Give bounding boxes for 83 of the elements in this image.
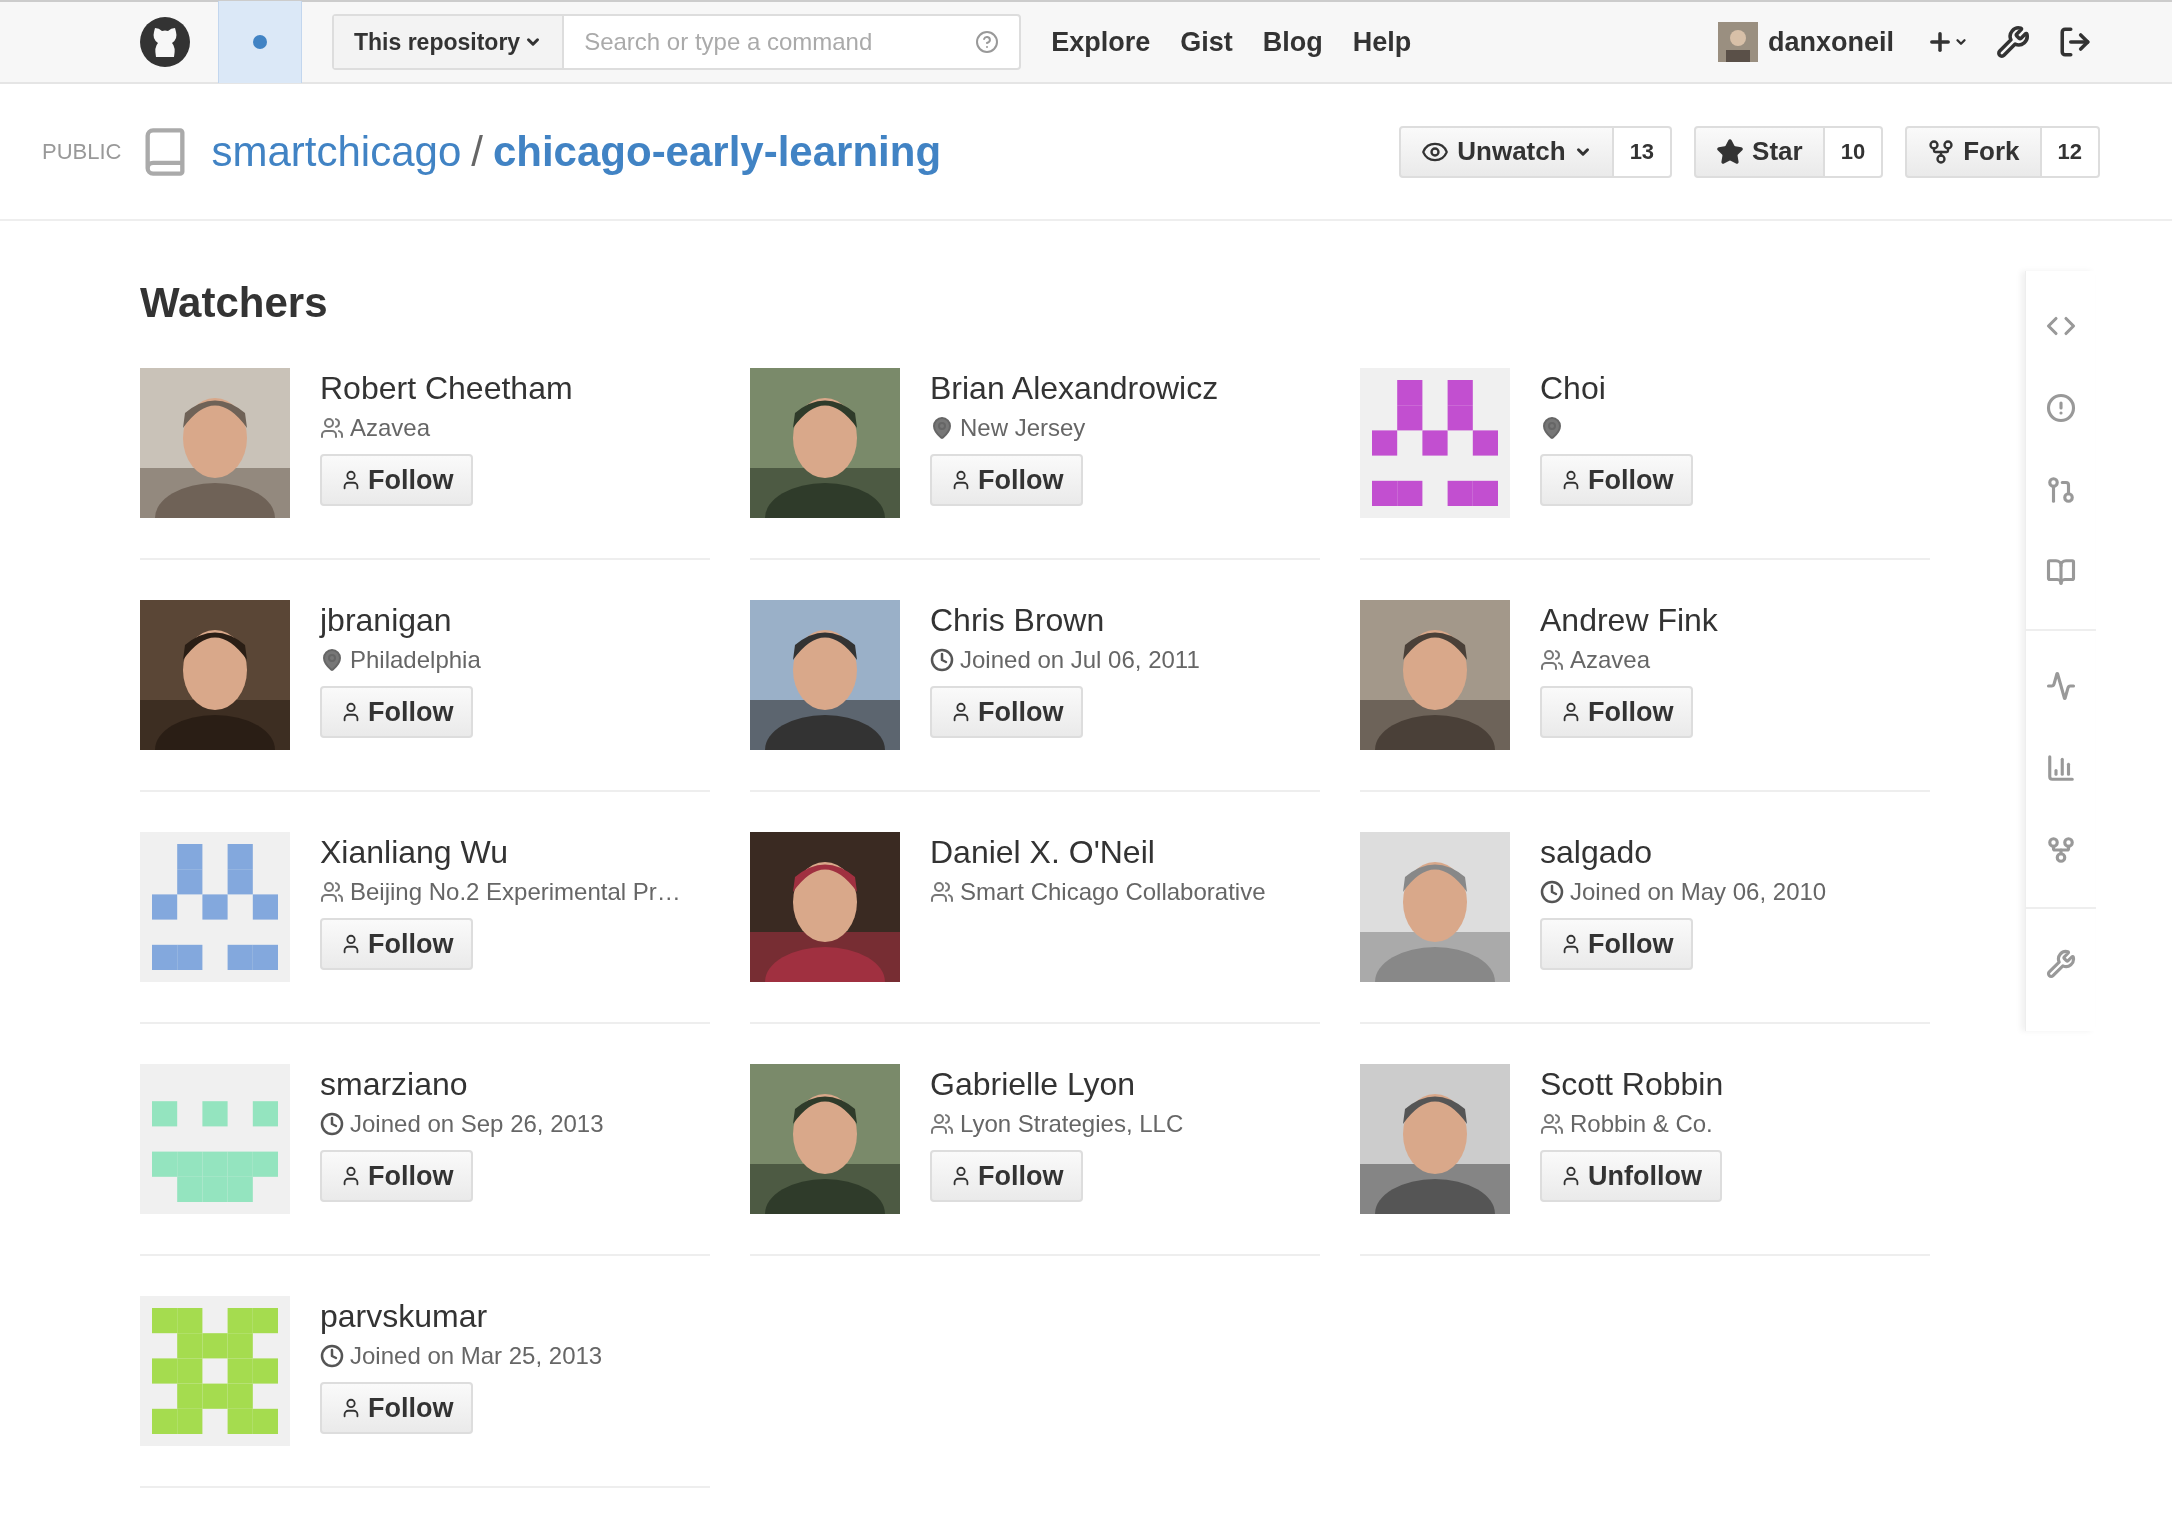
count-link[interactable]: 10 bbox=[1824, 125, 1884, 178]
watcher-name[interactable]: Daniel X. O'Neil bbox=[930, 832, 1266, 872]
issue-icon[interactable] bbox=[2045, 393, 2076, 423]
settings-icon[interactable] bbox=[1996, 25, 2030, 59]
follow-button[interactable]: Follow bbox=[930, 454, 1084, 506]
nav-link[interactable]: Blog bbox=[1262, 21, 1323, 63]
organization-icon bbox=[320, 880, 344, 904]
fork-icon bbox=[1927, 137, 1956, 166]
watcher-detail: Lyon Strategies, LLC bbox=[960, 1109, 1184, 1139]
pulse-icon[interactable] bbox=[2045, 671, 2076, 701]
user-avatar[interactable] bbox=[1717, 22, 1758, 62]
organization-icon bbox=[1540, 648, 1564, 672]
follow-button[interactable]: Follow bbox=[930, 1150, 1084, 1202]
watcher-name[interactable]: parvskumar bbox=[320, 1296, 603, 1336]
follow-button[interactable]: Follow bbox=[320, 454, 474, 506]
sign-out-icon[interactable] bbox=[2058, 25, 2092, 59]
watcher-detail: Joined on Jul 06, 2011 bbox=[960, 645, 1200, 675]
watcher-name[interactable]: Gabrielle Lyon bbox=[930, 1064, 1184, 1104]
star-button[interactable]: Star bbox=[1694, 125, 1825, 178]
watcher-name[interactable]: Chris Brown bbox=[930, 600, 1200, 640]
follow-button[interactable]: Unfollow bbox=[1540, 1150, 1722, 1202]
watch-button[interactable]: Unwatch bbox=[1399, 125, 1614, 178]
watcher-detail: Azavea bbox=[1570, 645, 1651, 675]
count-link[interactable]: 13 bbox=[1613, 125, 1673, 178]
location-pin-icon bbox=[1540, 415, 1564, 441]
clock-icon bbox=[320, 1112, 344, 1136]
watcher-detail: Philadelphia bbox=[350, 645, 481, 675]
organization-icon bbox=[320, 416, 344, 440]
username-link[interactable]: danxoneil bbox=[1767, 21, 1894, 63]
notification-indicator[interactable] bbox=[218, 1, 302, 83]
book-icon[interactable] bbox=[2045, 557, 2076, 587]
watcher-name[interactable]: Choi bbox=[1540, 368, 1694, 408]
bar-chart-icon[interactable] bbox=[2045, 753, 2076, 783]
nav-link[interactable]: Explore bbox=[1051, 21, 1151, 63]
clock-icon bbox=[930, 648, 954, 672]
organization-icon bbox=[930, 1112, 954, 1136]
nav-link[interactable]: Help bbox=[1352, 21, 1412, 63]
search-bar[interactable]: This repository Search or type a command bbox=[332, 14, 1022, 70]
watcher-name[interactable]: Andrew Fink bbox=[1540, 600, 1718, 640]
watcher-detail: Azavea bbox=[350, 413, 431, 443]
watcher-name[interactable]: salgado bbox=[1540, 832, 1827, 872]
organization-icon bbox=[930, 880, 954, 904]
watcher-detail: Joined on May 06, 2010 bbox=[1570, 877, 1827, 907]
repository-link[interactable]: chicago-early-learning bbox=[492, 120, 942, 183]
fork-button[interactable]: Fork bbox=[1905, 125, 2042, 178]
watcher-detail: Smart Chicago Collaborative bbox=[960, 877, 1266, 907]
watcher-detail: Robbin & Co. bbox=[1570, 1109, 1713, 1139]
follow-button[interactable]: Follow bbox=[930, 686, 1084, 738]
path-separator: / bbox=[471, 127, 483, 177]
count-link[interactable]: 12 bbox=[2041, 125, 2100, 178]
page-title: Watchers bbox=[140, 278, 329, 328]
follow-button[interactable]: Follow bbox=[320, 686, 474, 738]
organization-icon bbox=[1540, 1112, 1564, 1136]
watcher-detail: Beijing No.2 Experimental Pr… bbox=[350, 877, 681, 907]
owner-link[interactable]: smartchicago bbox=[211, 120, 462, 183]
visibility-label: PUBLIC bbox=[42, 138, 122, 166]
follow-button[interactable]: Follow bbox=[320, 918, 474, 970]
follow-button[interactable]: Follow bbox=[1540, 454, 1694, 506]
watcher-detail: Joined on Sep 26, 2013 bbox=[350, 1109, 604, 1139]
follow-button[interactable]: Follow bbox=[1540, 686, 1694, 738]
search-field[interactable]: Search or type a command bbox=[584, 24, 976, 60]
follow-button[interactable]: Follow bbox=[320, 1382, 474, 1434]
star-icon bbox=[1716, 137, 1745, 166]
follow-button[interactable]: Follow bbox=[1540, 918, 1694, 970]
help-icon bbox=[975, 30, 1000, 54]
location-pin-icon bbox=[320, 647, 344, 673]
clock-icon bbox=[320, 1344, 344, 1368]
watcher-detail: New Jersey bbox=[960, 413, 1086, 443]
clock-icon bbox=[1540, 880, 1564, 904]
location-pin-icon bbox=[930, 415, 954, 441]
watcher-name[interactable]: jbranigan bbox=[320, 600, 481, 640]
logo-icon[interactable] bbox=[140, 17, 190, 67]
watcher-name[interactable]: Scott Robbin bbox=[1540, 1064, 1724, 1104]
watcher-name[interactable]: Robert Cheetham bbox=[320, 368, 573, 408]
nav-link[interactable]: Gist bbox=[1180, 21, 1233, 63]
follow-button[interactable]: Follow bbox=[320, 1150, 474, 1202]
fork-icon[interactable] bbox=[2045, 835, 2076, 865]
scope-dropdown[interactable]: This repository bbox=[334, 16, 565, 68]
watcher-name[interactable]: smarziano bbox=[320, 1064, 604, 1104]
watcher-name[interactable]: Brian Alexandrowicz bbox=[930, 368, 1219, 408]
watcher-name[interactable]: Xianliang Wu bbox=[320, 832, 681, 872]
pull-request-icon[interactable] bbox=[2045, 475, 2076, 505]
watcher-detail: Joined on Mar 25, 2013 bbox=[350, 1341, 603, 1371]
